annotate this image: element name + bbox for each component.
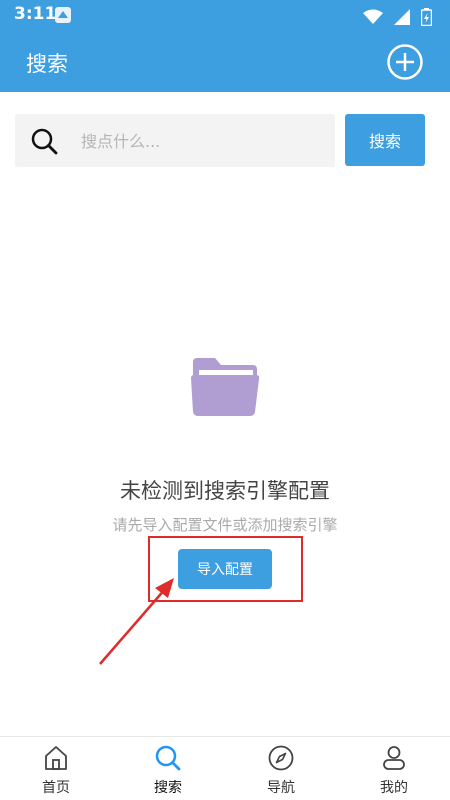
- signal-icon: [393, 8, 410, 25]
- plus-circle-icon: [387, 44, 423, 80]
- status-indicators: [357, 6, 432, 26]
- status-time: 3:11: [14, 4, 57, 24]
- search-button[interactable]: 搜索: [345, 114, 425, 166]
- search-input[interactable]: [81, 127, 321, 155]
- app-bar: 搜索: [0, 31, 450, 92]
- add-button[interactable]: [386, 43, 424, 81]
- notification-app-icon: [55, 7, 71, 23]
- search-box: [15, 114, 335, 167]
- battery-icon: [421, 7, 432, 26]
- nav-label-mine: 我的: [380, 780, 408, 796]
- status-bar: 3:11: [0, 0, 450, 31]
- nav-label-navigation: 导航: [267, 780, 295, 796]
- nav-item-home[interactable]: 首页: [0, 737, 112, 800]
- folder-icon: [191, 358, 260, 416]
- empty-state-title: 未检测到搜索引擎配置: [120, 479, 330, 503]
- nav-item-navigation[interactable]: 导航: [225, 737, 337, 800]
- person-icon: [383, 746, 405, 770]
- home-icon: [45, 746, 67, 770]
- search-icon: [155, 745, 181, 771]
- search-icon: [31, 128, 58, 155]
- page-title: 搜索: [26, 52, 68, 76]
- nav-label-search: 搜索: [154, 780, 182, 796]
- import-config-button[interactable]: 导入配置: [178, 549, 272, 589]
- compass-icon: [268, 745, 294, 771]
- empty-state-subtitle: 请先导入配置文件或添加搜索引擎: [112, 516, 338, 534]
- bottom-nav: 首页 搜索 导航 我的: [0, 736, 450, 800]
- nav-item-mine[interactable]: 我的: [338, 737, 450, 800]
- wifi-icon: [362, 9, 383, 24]
- nav-item-search[interactable]: 搜索: [112, 737, 224, 800]
- nav-label-home: 首页: [42, 780, 70, 796]
